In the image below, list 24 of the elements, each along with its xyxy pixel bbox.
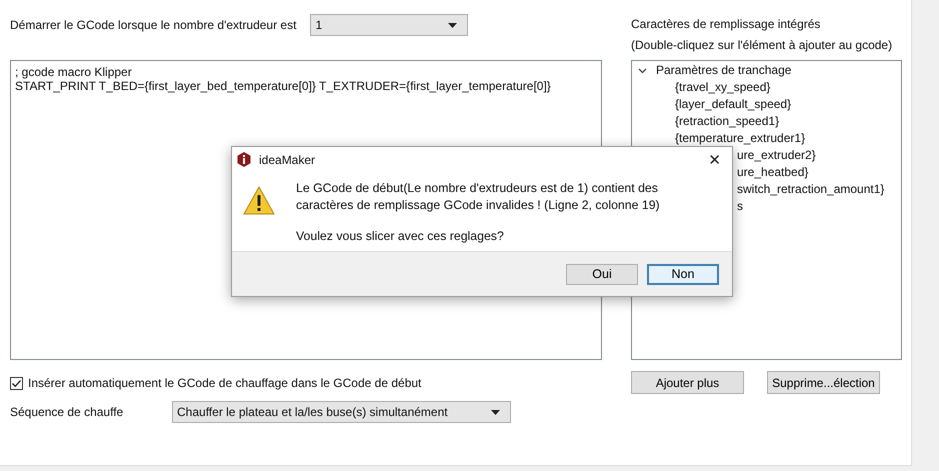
tree-item[interactable]: {travel_xy_speed} [638, 79, 770, 96]
caret-icon [448, 22, 458, 28]
placeholders-title: Caractères de remplissage intégrés [631, 16, 822, 33]
placeholders-hint: (Double-cliquez sur l'élément à ajouter au gcode) [631, 37, 894, 54]
dialog-question: Voulez vous slicer avec ces reglages? [296, 228, 505, 245]
heat-sequence-label: Séquence de chauffe [10, 405, 124, 419]
extruder-count-dropdown[interactable]: 1 [310, 14, 468, 36]
close-button[interactable]: ✕ [703, 150, 726, 168]
heat-sequence-dropdown[interactable]: Chauffer le plateau et la/les buse(s) simultanément [172, 401, 511, 423]
extruder-count-label: Démarrer le GCode lorsque le nombre d'extrudeur est [10, 18, 296, 32]
checkbox-label: Insérer automatiquement le GCode de chauffage dans le GCode de début [28, 376, 422, 390]
tree-group[interactable]: Paramètres de tranchage [638, 62, 792, 79]
dialog-title: ideaMaker [259, 152, 316, 166]
tree-item[interactable]: {retraction_speed1} [638, 113, 780, 130]
panel-button[interactable]: Ajouter plus [631, 371, 744, 394]
dialog-button[interactable]: Oui [566, 264, 638, 284]
warning-icon [243, 186, 275, 215]
dialog-button[interactable]: Non [647, 264, 719, 284]
app-logo-icon [237, 152, 251, 167]
tree-item[interactable]: {temperature_extruder1} [638, 130, 806, 147]
caret-icon [491, 410, 500, 414]
checkbox[interactable] [10, 376, 23, 390]
panel-button[interactable]: Supprime...élection [767, 371, 880, 394]
tree-item[interactable]: {layer_default_speed} [638, 96, 792, 113]
